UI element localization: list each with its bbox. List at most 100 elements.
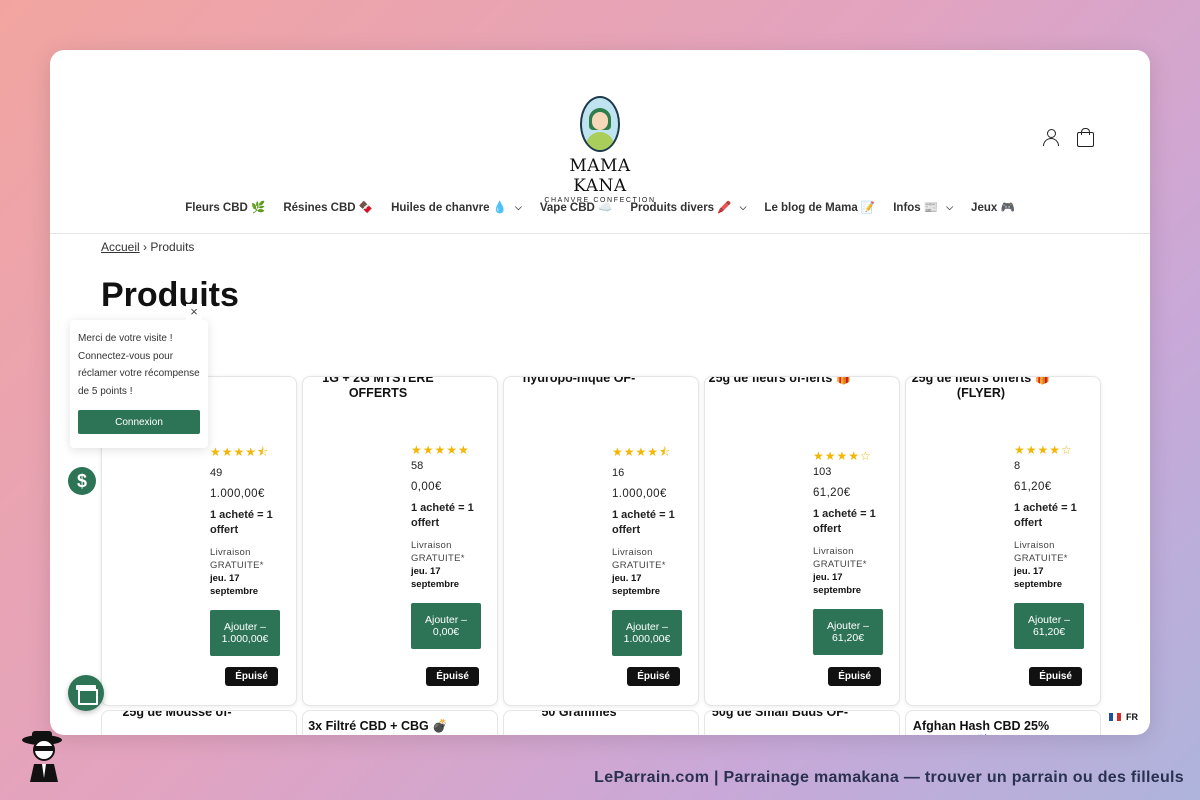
breadcrumb-home-link[interactable]: Accueil <box>101 240 140 254</box>
offer-text: 1 acheté = 1 offert <box>612 509 675 536</box>
chevron-down-icon: ⌵ <box>515 201 522 212</box>
sold-out-badge: Épuisé <box>426 667 479 686</box>
france-flag-icon <box>1109 713 1121 721</box>
page-title: Produits <box>101 276 239 314</box>
product-price: 0,00€ <box>411 481 442 493</box>
rating-stars: ★★★★⯪ <box>612 445 672 459</box>
product-price: 1.000,00€ <box>210 488 265 500</box>
nav-item[interactable]: Huiles de chanvre 💧 ⌵ <box>391 200 522 215</box>
product-title[interactable]: 50 Grammes <box>504 711 654 720</box>
product-grid: ★★★★⯪ 49 1.000,00€ 1 acheté = 1 offert Livra… <box>101 376 1101 706</box>
product-title[interactable]: 25g de fleurs of-ferts 🎁 <box>705 377 855 409</box>
product-title[interactable]: 50g de Small Buds OF- <box>705 711 855 720</box>
site-logo[interactable]: MAMA KANA CHANVRE CONFECTION <box>540 96 660 204</box>
nav-item[interactable]: Infos 📰 ⌵ <box>893 200 954 215</box>
delivery-date: jeu. 17 septembre <box>612 573 661 597</box>
rating-stars: ★★★★☆ <box>1014 443 1073 457</box>
rewards-dollar-icon[interactable]: $ <box>68 467 96 495</box>
rating-stars: ★★★★☆ <box>813 449 872 463</box>
nav-item-label: Infos 📰 <box>893 202 939 214</box>
review-count: 16 <box>612 467 625 479</box>
delivery-text: Livraison GRATUITE* <box>813 546 867 570</box>
close-icon[interactable]: × <box>186 304 202 320</box>
product-title[interactable]: 1G + 2G MYSTÈRE OFFERTS <box>303 377 453 409</box>
product-title[interactable]: 25g de fleurs offerts 🎁 (FLYER) <box>906 377 1056 409</box>
product-card[interactable]: 1G + 2G MYSTÈRE OFFERTS ★★★★★ 58 0,00€ 1 ach… <box>302 376 498 706</box>
sold-out-badge: Épuisé <box>225 667 278 686</box>
product-card[interactable]: Afghan Hash CBD 25% 🤯 <box>905 710 1101 735</box>
nav-item-label: Le blog de Mama 📝 <box>764 202 876 214</box>
popup-message: Merci de votre visite ! Connectez-vous p… <box>78 333 200 397</box>
nav-item-label: Huiles de chanvre 💧 <box>391 202 508 214</box>
delivery-date: jeu. 17 septembre <box>1014 566 1063 590</box>
footer-caption: LeParrain.com | Parrainage mamakana — tr… <box>594 769 1184 786</box>
product-title[interactable]: hydropo-nique OF- <box>504 377 654 409</box>
delivery-text: Livraison GRATUITE* <box>210 547 264 571</box>
product-price: 61,20€ <box>1014 481 1052 493</box>
nav-item[interactable]: Fleurs CBD 🌿 <box>185 200 265 214</box>
offer-text: 1 acheté = 1 offert <box>411 502 474 529</box>
sold-out-badge: Épuisé <box>828 667 881 686</box>
product-title[interactable]: 25g de Mousse of- <box>102 711 252 720</box>
logo-badge-icon <box>580 96 620 152</box>
browser-window: MAMA KANA CHANVRE CONFECTION Fleurs CBD … <box>50 50 1150 735</box>
add-to-cart-button[interactable]: Ajouter – 0,00€ <box>411 603 481 649</box>
breadcrumb: Accueil › Produits <box>101 240 194 254</box>
breadcrumb-separator: › <box>143 240 148 254</box>
add-to-cart-button[interactable]: Ajouter – 1.000,00€ <box>210 610 280 656</box>
review-count: 103 <box>813 466 832 478</box>
nav-item[interactable]: Produits divers 🖍️ ⌵ <box>630 200 747 215</box>
product-card[interactable]: 50 Grammes <box>503 710 699 735</box>
product-card[interactable]: 25g de Mousse of- <box>101 710 297 735</box>
product-info: ★★★★★ 58 0,00€ 1 acheté = 1 offert Livraison… <box>411 443 491 649</box>
product-title[interactable]: Afghan Hash CBD 25% 🤯 <box>906 719 1056 735</box>
account-icon[interactable] <box>1042 128 1060 146</box>
product-card[interactable]: 3x Filtré CBD + CBG 💣 <box>302 710 498 735</box>
nav-item-label: Résines CBD 🍫 <box>283 202 374 214</box>
nav-item[interactable]: Jeux 🎮 <box>971 200 1015 214</box>
nav-item[interactable]: Résines CBD 🍫 <box>283 200 373 214</box>
product-title[interactable]: 3x Filtré CBD + CBG 💣 <box>303 719 453 734</box>
delivery-date: jeu. 17 septembre <box>210 573 259 597</box>
review-count: 49 <box>210 467 223 479</box>
product-card[interactable]: 25g de fleurs offerts 🎁 (FLYER) ★★★★☆ 8 61,… <box>905 376 1101 706</box>
language-selector[interactable]: FR <box>1109 712 1138 722</box>
login-button[interactable]: Connexion <box>78 410 200 434</box>
nav-item[interactable]: Vape CBD ☁️ <box>540 200 612 214</box>
main-navigation: Fleurs CBD 🌿 Résines CBD 🍫 Huiles de chanv… <box>50 200 1150 215</box>
site-header: MAMA KANA CHANVRE CONFECTION Fleurs CBD … <box>50 50 1150 234</box>
offer-text: 1 acheté = 1 offert <box>1014 502 1077 529</box>
product-price: 1.000,00€ <box>612 488 667 500</box>
product-card[interactable]: 25g de fleurs of-ferts 🎁 ★★★★☆ 103 61,20€ 1 … <box>704 376 900 706</box>
add-to-cart-button[interactable]: Ajouter – 1.000,00€ <box>612 610 682 656</box>
add-to-cart-button[interactable]: Ajouter – 61,20€ <box>813 609 883 655</box>
delivery-text: Livraison GRATUITE* <box>1014 540 1068 564</box>
chevron-down-icon: ⌵ <box>946 201 954 212</box>
nav-item-label: Jeux 🎮 <box>971 202 1015 214</box>
offer-text: 1 acheté = 1 offert <box>210 509 273 536</box>
nav-item-label: Vape CBD ☁️ <box>539 202 613 214</box>
product-card[interactable]: hydropo-nique OF- ★★★★⯪ 16 1.000,00€ 1 achet… <box>503 376 699 706</box>
product-info: ★★★★⯪ 16 1.000,00€ 1 acheté = 1 offert Livra… <box>612 443 692 656</box>
reward-popup: × Merci de votre visite ! Connectez-vous… <box>70 304 208 448</box>
sold-out-badge: Épuisé <box>1029 667 1082 686</box>
product-info: ★★★★⯪ 49 1.000,00€ 1 acheté = 1 offert Livra… <box>210 443 290 656</box>
delivery-date: jeu. 17 septembre <box>813 572 862 596</box>
cart-icon[interactable] <box>1076 128 1094 147</box>
leparrain-mascot-icon <box>22 731 62 782</box>
language-code: FR <box>1126 712 1138 722</box>
product-info: ★★★★☆ 8 61,20€ 1 acheté = 1 offert Livraison… <box>1014 443 1094 649</box>
nav-item-label: Produits divers 🖍️ <box>630 202 732 214</box>
sold-out-badge: Épuisé <box>627 667 680 686</box>
rating-stars: ★★★★★ <box>411 443 470 457</box>
breadcrumb-current: Produits <box>150 240 195 254</box>
review-count: 58 <box>411 460 424 472</box>
add-to-cart-button[interactable]: Ajouter – 61,20€ <box>1014 603 1084 649</box>
delivery-text: Livraison GRATUITE* <box>411 540 465 564</box>
nav-item[interactable]: Le blog de Mama 📝 <box>764 200 875 214</box>
delivery-date: jeu. 17 septembre <box>411 566 460 590</box>
gift-icon[interactable] <box>68 675 104 711</box>
offer-text: 1 acheté = 1 offert <box>813 508 876 535</box>
chevron-down-icon: ⌵ <box>739 201 747 212</box>
product-card[interactable]: 50g de Small Buds OF- <box>704 710 900 735</box>
